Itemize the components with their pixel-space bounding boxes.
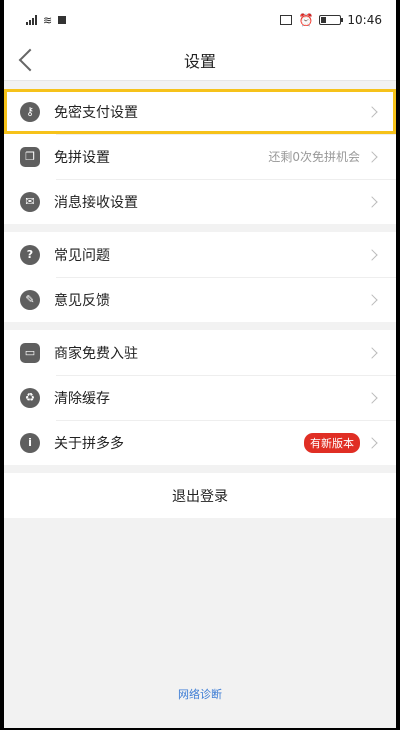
status-left: ≋ (26, 13, 67, 27)
new-version-badge: 有新版本 (304, 432, 360, 453)
page-title: 设置 (183, 52, 216, 71)
row-faq[interactable]: ? 常见问题 (4, 232, 396, 277)
row-clear-cache[interactable]: ♻ 清除缓存 (4, 375, 396, 420)
chevron-right-icon (366, 150, 378, 163)
chevron-right-icon (366, 195, 378, 208)
message-icon: ✉ (20, 191, 40, 212)
chevron-right-icon (366, 105, 378, 118)
row-label: 关于拼多多 (54, 435, 124, 452)
copy-icon: ❐ (20, 146, 40, 167)
status-bar: ≋ ⏰ 10:46 (4, 0, 396, 40)
notification-icon (58, 16, 67, 24)
network-diagnosis-link[interactable]: 网络诊断 (4, 686, 396, 702)
chevron-right-icon (366, 293, 378, 306)
chevron-right-icon (366, 436, 378, 449)
row-feedback[interactable]: ✎ 意见反馈 (4, 277, 396, 322)
signal-icon (26, 15, 37, 25)
logout-button[interactable]: 退出登录 (4, 473, 396, 518)
settings-group-about: ▭ 商家免费入驻 ♻ 清除缓存 i 关于拼多多 有新版本 (4, 330, 396, 465)
question-icon: ? (20, 244, 40, 265)
row-label: 常见问题 (54, 247, 110, 264)
settings-group-help: ? 常见问题 ✎ 意见反馈 (4, 232, 396, 322)
trash-icon: ♻ (20, 387, 40, 408)
store-icon: ▭ (20, 342, 40, 363)
row-about[interactable]: i 关于拼多多 有新版本 (4, 420, 396, 465)
row-label: 清除缓存 (54, 390, 110, 407)
settings-group-account: ⚷ 免密支付设置 ❐ 免拼设置 还剩0次免拼机会 ✉ 消息接收设置 (4, 89, 396, 224)
status-time: 10:46 (347, 13, 382, 27)
phone-screen: ≋ ⏰ 10:46 设置 ⚷ 免密支付设置 ❐ 免拼设置 还剩0次免拼机会 ✉ … (4, 0, 396, 728)
row-group-buy-settings[interactable]: ❐ 免拼设置 还剩0次免拼机会 (4, 134, 396, 179)
row-message-settings[interactable]: ✉ 消息接收设置 (4, 179, 396, 224)
edit-icon: ✎ (20, 289, 40, 310)
status-right: ⏰ 10:46 (280, 13, 382, 27)
row-label: 免拼设置 (54, 149, 110, 166)
nfc-icon (280, 15, 293, 25)
alarm-icon: ⏰ (298, 13, 314, 27)
chevron-right-icon (366, 391, 378, 404)
chevron-right-icon (366, 248, 378, 261)
row-label: 意见反馈 (54, 292, 110, 309)
nav-bar: 设置 (4, 40, 396, 81)
battery-icon (319, 15, 344, 25)
wifi-icon: ≋ (43, 13, 53, 27)
chevron-right-icon (366, 346, 378, 359)
row-subtext: 还剩0次免拼机会 (268, 150, 360, 164)
row-merchant-join[interactable]: ▭ 商家免费入驻 (4, 330, 396, 375)
row-label: 免密支付设置 (54, 104, 138, 121)
row-label: 消息接收设置 (54, 194, 138, 211)
row-label: 商家免费入驻 (54, 345, 138, 362)
back-icon[interactable] (18, 48, 42, 72)
info-icon: i (20, 432, 40, 453)
key-icon: ⚷ (20, 101, 40, 122)
row-password-free-pay[interactable]: ⚷ 免密支付设置 (4, 89, 396, 134)
